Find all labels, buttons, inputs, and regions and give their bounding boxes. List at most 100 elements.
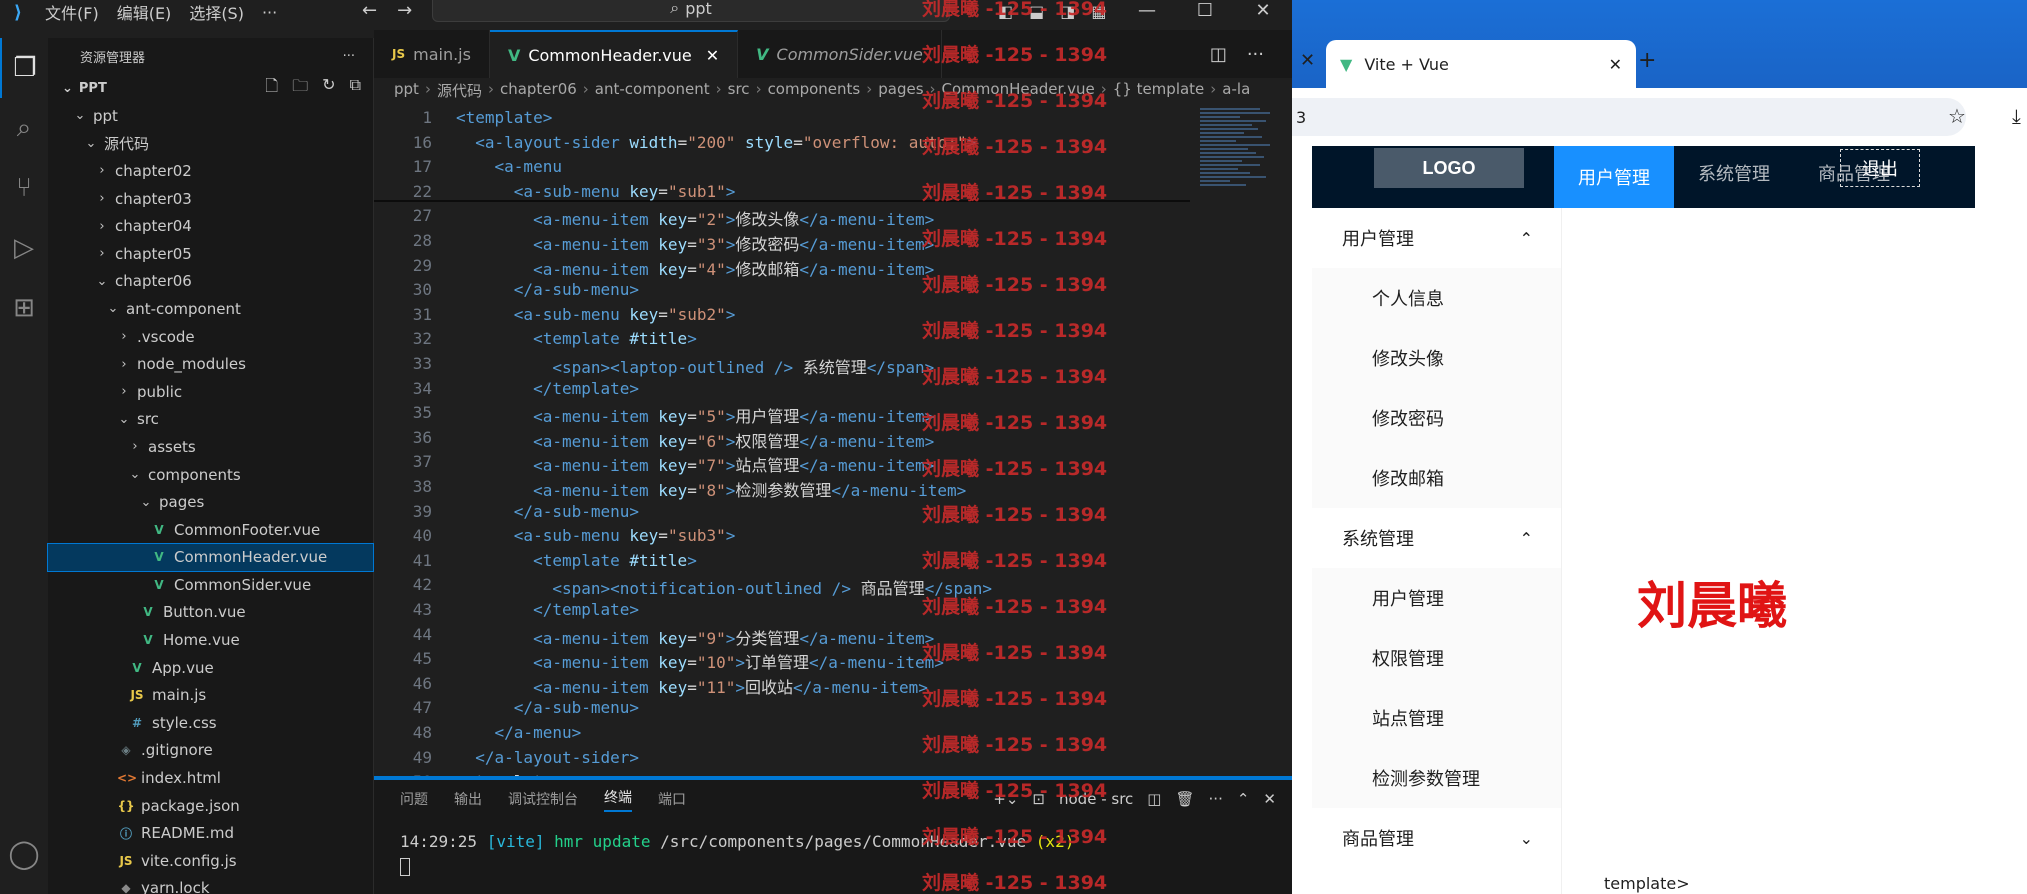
forward-arrow-icon[interactable]: →: [397, 0, 412, 21]
tree-item[interactable]: ⓘ README.md: [48, 819, 373, 847]
more-icon[interactable]: ···: [1209, 790, 1223, 808]
breadcrumb-segment[interactable]: ppt: [394, 80, 419, 102]
breadcrumb-segment[interactable]: pages: [878, 80, 923, 102]
tree-item[interactable]: ◆ yarn.lock: [48, 875, 373, 894]
breadcrumb-segment[interactable]: {} template: [1113, 80, 1205, 102]
download-icon[interactable]: ⤓: [2012, 104, 2021, 128]
tree-item[interactable]: › node_modules: [48, 350, 373, 378]
tree-item[interactable]: ◈ .gitignore: [48, 737, 373, 765]
menu-selection[interactable]: 选择(S): [180, 0, 253, 24]
tree-item[interactable]: › chapter02: [48, 157, 373, 185]
tree-item[interactable]: ⌄ components: [48, 461, 373, 489]
workspace-root[interactable]: ⌄ PPT 🗋 🗀 ↻ ⧉: [48, 74, 373, 102]
sider-submenu-title[interactable]: 系统管理 ⌃: [1312, 508, 1561, 568]
logout-button[interactable]: 退出: [1840, 149, 1920, 187]
code-line[interactable]: <a-layout-sider width="200" style="overf…: [456, 133, 976, 152]
tab-common-sider[interactable]: V CommonSider.vue: [738, 30, 942, 78]
tree-item[interactable]: ⌄ src: [48, 406, 373, 434]
code-line[interactable]: <a-menu-item key="11">回收站</a-menu-item>: [456, 674, 928, 698]
code-line[interactable]: <a-sub-menu key="sub3">: [456, 526, 736, 545]
search-view-icon[interactable]: ⌕: [0, 98, 48, 158]
more-actions-icon[interactable]: ···: [1247, 44, 1264, 65]
run-debug-icon[interactable]: ▷: [0, 218, 48, 278]
tree-item[interactable]: › chapter04: [48, 212, 373, 240]
tree-item[interactable]: V CommonHeader.vue: [47, 542, 374, 573]
split-terminal-icon[interactable]: ◫: [1147, 790, 1161, 808]
sider-menu-item[interactable]: 站点管理: [1312, 688, 1561, 748]
back-arrow-icon[interactable]: ←: [362, 0, 377, 21]
code-line[interactable]: <a-sub-menu key="sub2">: [456, 305, 736, 324]
new-file-icon[interactable]: 🗋: [265, 75, 278, 102]
tree-item[interactable]: › chapter05: [48, 240, 373, 268]
code-line[interactable]: <a-menu-item key="5">用户管理</a-menu-item>: [456, 403, 934, 427]
tree-item[interactable]: V Home.vue: [48, 626, 373, 654]
sider-menu-item[interactable]: 修改头像: [1312, 328, 1561, 388]
account-icon[interactable]: ◯: [0, 837, 48, 870]
address-input[interactable]: 3: [1292, 98, 1966, 136]
code-line[interactable]: </a-sub-menu>: [456, 280, 639, 299]
code-line[interactable]: <a-menu: [456, 157, 562, 176]
code-line[interactable]: <a-menu-item key="4">修改邮箱</a-menu-item>: [456, 256, 934, 280]
header-menu-user[interactable]: 用户管理: [1554, 146, 1674, 208]
code-line[interactable]: <a-menu-item key="3">修改密码</a-menu-item>: [456, 231, 934, 255]
sider-menu-item[interactable]: 修改邮箱: [1312, 448, 1561, 508]
source-control-icon[interactable]: ⑂: [0, 158, 48, 218]
code-line[interactable]: <a-menu-item key="6">权限管理</a-menu-item>: [456, 428, 934, 452]
sider-menu-item[interactable]: 检测参数管理: [1312, 748, 1561, 808]
tree-item[interactable]: V CommonSider.vue: [48, 571, 373, 599]
code-line[interactable]: <template>: [456, 108, 552, 127]
code-line[interactable]: </a-sub-menu>: [456, 502, 639, 521]
command-center-search[interactable]: ⌕ ppt: [432, 0, 950, 22]
menu-edit[interactable]: 编辑(E): [108, 0, 181, 24]
minimap[interactable]: [1200, 106, 1280, 276]
breadcrumb-segment[interactable]: a-la: [1222, 80, 1250, 102]
tree-item[interactable]: JS main.js: [48, 681, 373, 709]
maximize-panel-icon[interactable]: ⌃: [1237, 790, 1250, 808]
code-line[interactable]: </a-layout-sider>: [456, 748, 639, 767]
tree-item[interactable]: V Button.vue: [48, 599, 373, 627]
breadcrumb-segment[interactable]: 源代码: [437, 80, 482, 102]
tree-item[interactable]: ⌄ ant-component: [48, 295, 373, 323]
panel-tab-problems[interactable]: 问题: [400, 789, 428, 809]
tree-item[interactable]: {} package.json: [48, 792, 373, 820]
code-line[interactable]: </template>: [456, 600, 639, 619]
tree-item[interactable]: › public: [48, 378, 373, 406]
tree-item[interactable]: # style.css: [48, 709, 373, 737]
code-line[interactable]: <template #title>: [456, 551, 697, 570]
tree-item[interactable]: <> index.html: [48, 764, 373, 792]
new-folder-icon[interactable]: 🗀: [292, 75, 308, 102]
tree-item[interactable]: ⌄ ppt: [48, 102, 373, 130]
close-icon[interactable]: ✕: [706, 46, 719, 65]
code-line[interactable]: <a-menu-item key="2">修改头像</a-menu-item>: [456, 206, 934, 230]
code-line[interactable]: <a-menu-item key="10">订单管理</a-menu-item>: [456, 649, 944, 673]
sider-menu-item[interactable]: 修改密码: [1312, 388, 1561, 448]
code-line[interactable]: <a-menu-item key="7">站点管理</a-menu-item>: [456, 452, 934, 476]
code-line[interactable]: <span><laptop-outlined /> 系统管理</span>: [456, 354, 934, 378]
menu-more[interactable]: ···: [253, 3, 286, 22]
refresh-icon[interactable]: ↻: [322, 75, 335, 102]
panel-tab-debug-console[interactable]: 调试控制台: [508, 789, 578, 809]
code-line[interactable]: <template #title>: [456, 329, 697, 348]
panel-tab-output[interactable]: 输出: [454, 789, 482, 809]
code-line[interactable]: </template>: [456, 379, 639, 398]
tree-item[interactable]: › assets: [48, 433, 373, 461]
explorer-icon[interactable]: ❐: [0, 38, 48, 98]
sider-submenu-title[interactable]: 用户管理 ⌃: [1312, 208, 1561, 268]
close-icon[interactable]: ✕: [1300, 50, 1315, 71]
tree-item[interactable]: › chapter03: [48, 185, 373, 213]
tree-item[interactable]: ⌄ 源代码: [48, 130, 373, 158]
explorer-more-button[interactable]: ···: [343, 49, 355, 64]
trash-icon[interactable]: 🗑: [1175, 790, 1194, 808]
tab-main-js[interactable]: JS main.js: [374, 30, 490, 78]
header-menu-system[interactable]: 系统管理: [1674, 146, 1794, 200]
close-window-button[interactable]: ✕: [1234, 0, 1292, 21]
sider-menu-item[interactable]: 权限管理: [1312, 628, 1561, 688]
tree-item[interactable]: ⌄ chapter06: [48, 268, 373, 296]
bookmark-star-icon[interactable]: ☆: [1948, 104, 1966, 128]
tree-item[interactable]: V CommonFooter.vue: [48, 516, 373, 544]
code-line[interactable]: </a-menu>: [456, 723, 582, 742]
code-line[interactable]: </a-sub-menu>: [456, 698, 639, 717]
breadcrumb-segment[interactable]: chapter06: [500, 80, 577, 102]
breadcrumb-segment[interactable]: ant-component: [595, 80, 710, 102]
close-icon[interactable]: ✕: [1609, 55, 1622, 74]
